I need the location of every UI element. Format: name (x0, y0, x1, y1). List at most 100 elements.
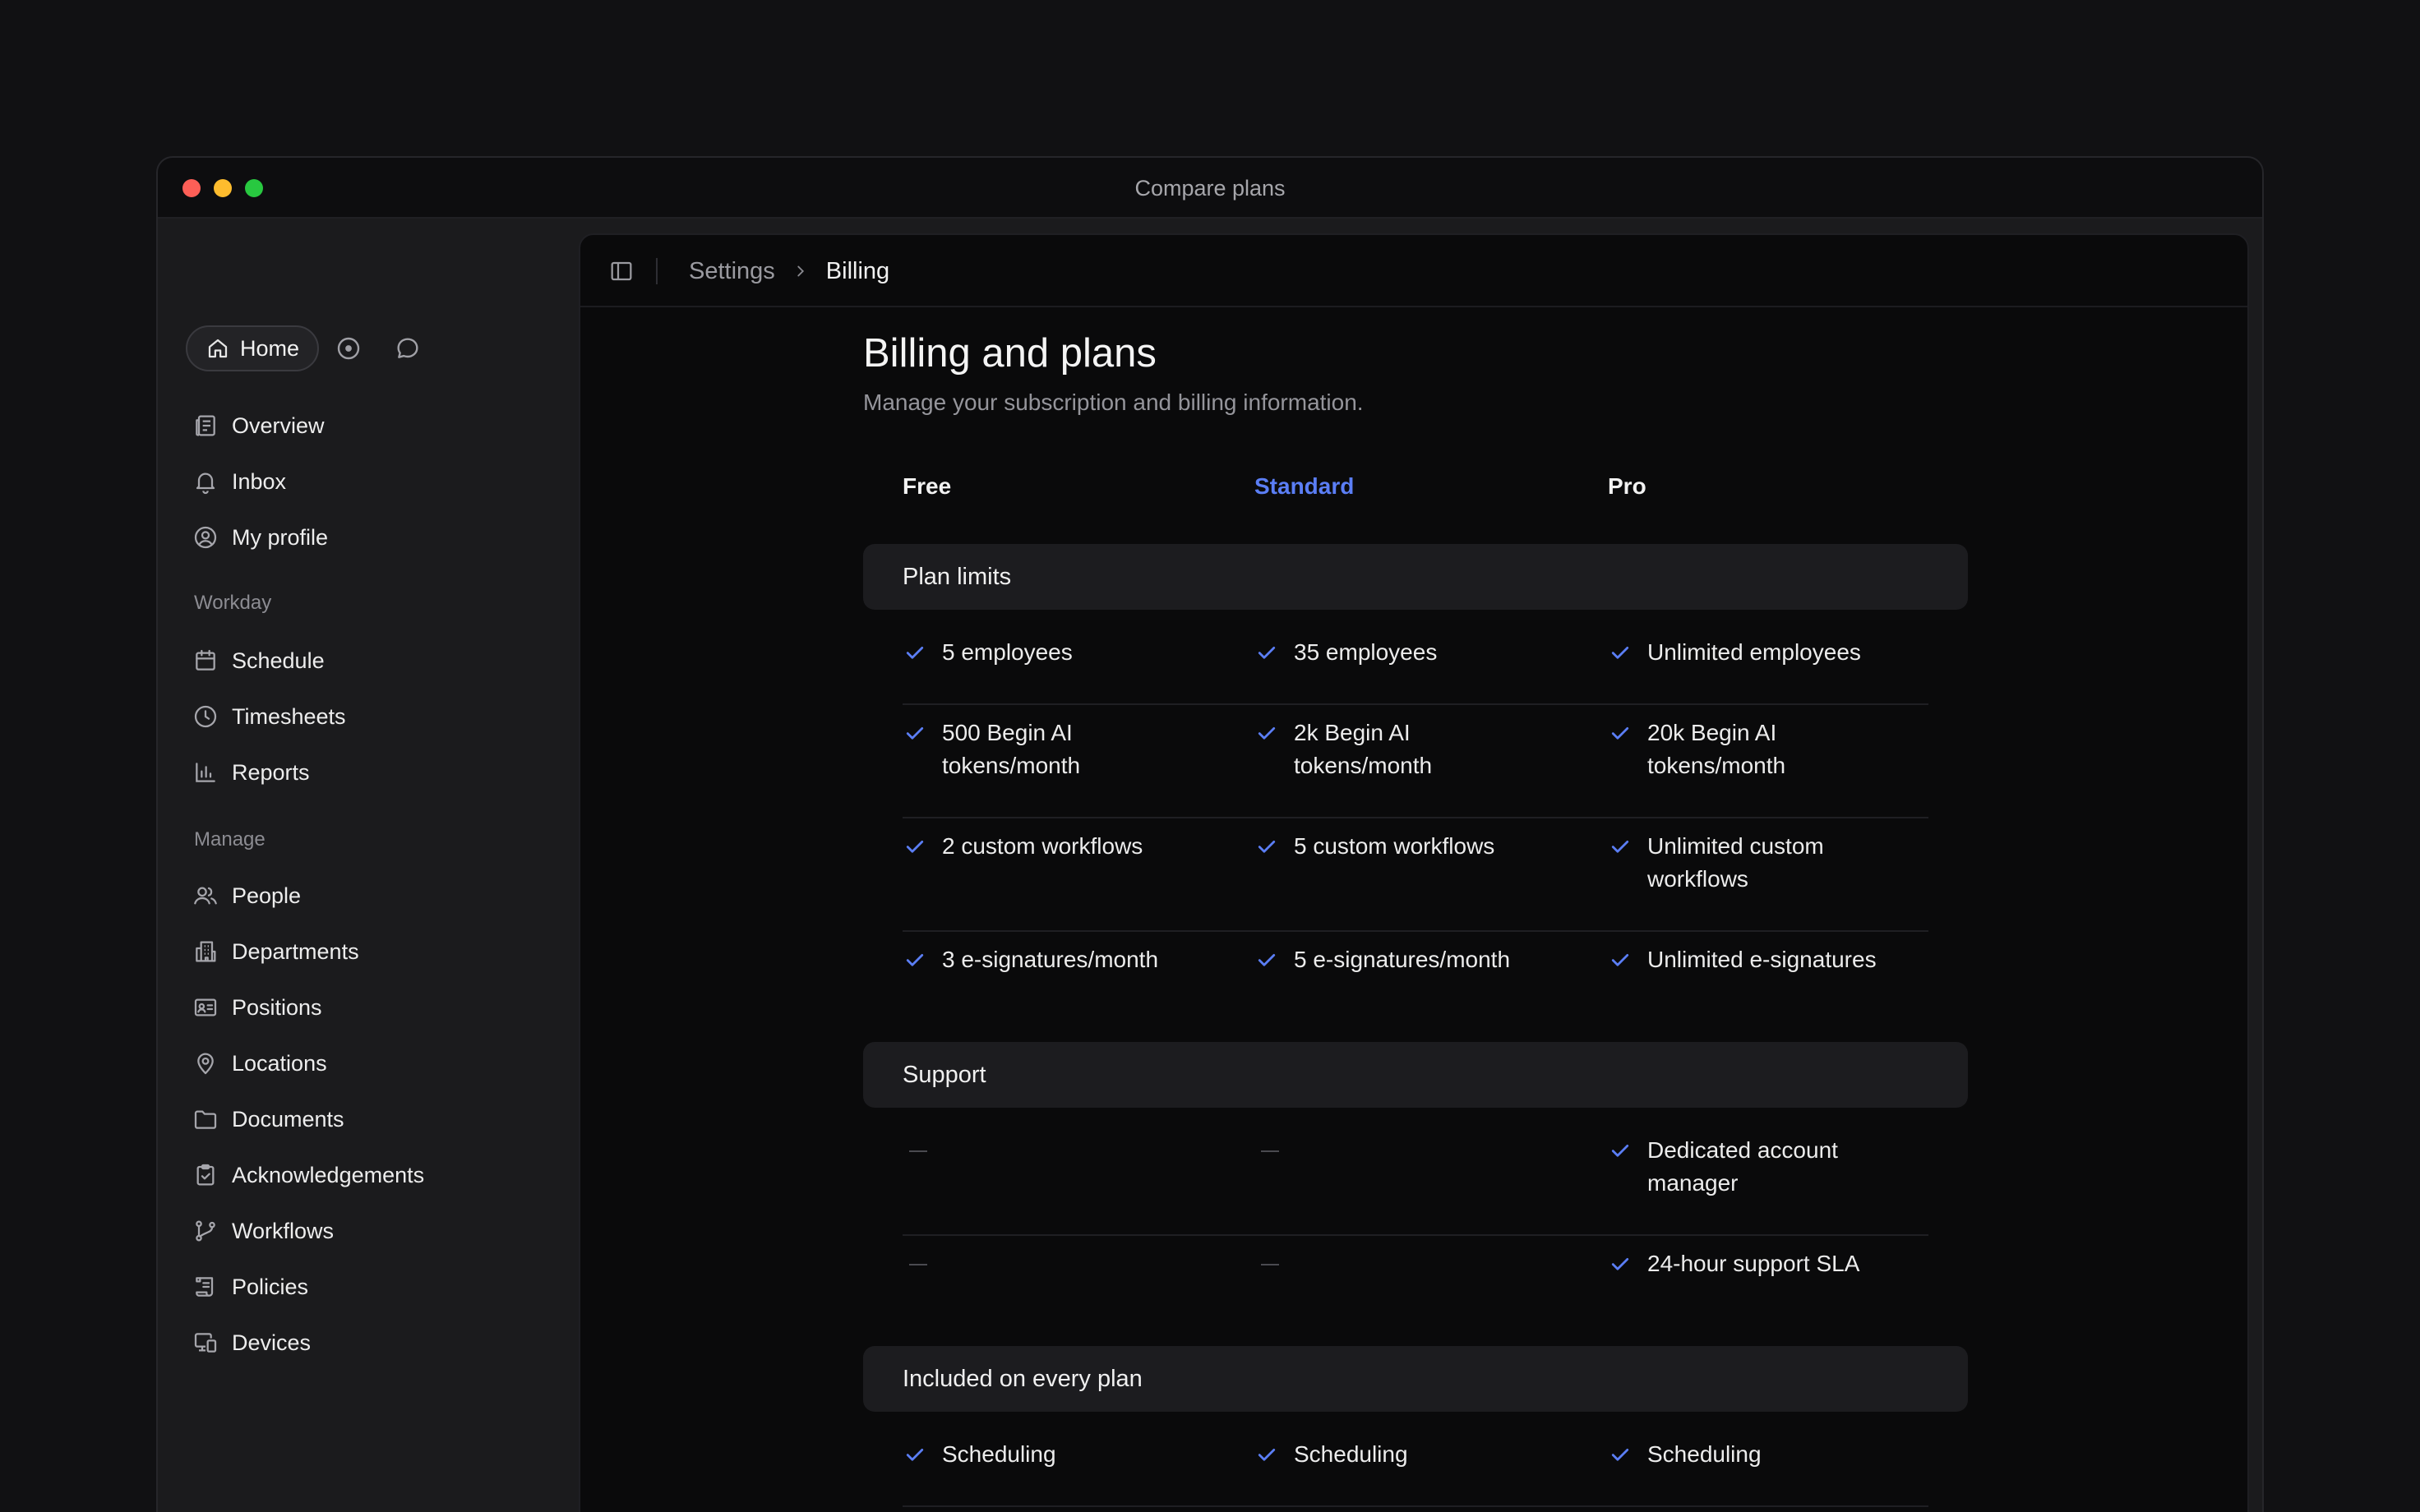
row-divider (903, 1505, 1928, 1507)
target-icon (337, 337, 360, 360)
section-support: Support (863, 1042, 1968, 1108)
check-icon (906, 954, 924, 966)
bell-icon (196, 472, 215, 495)
check-icon (1258, 841, 1276, 853)
row-divider (903, 930, 1928, 932)
app-window: Compare plans Home Overview Inbox My pro… (156, 156, 2264, 1512)
sidebar-item-label: Policies (232, 1274, 309, 1299)
feature-cell: Unlimited custom workflows (1608, 830, 1937, 896)
sidebar-item-label: Departments (232, 938, 359, 964)
calendar-icon (196, 649, 215, 671)
check-icon (1611, 1449, 1629, 1461)
check-icon (1258, 727, 1276, 740)
feature-cell: 2k Begin AI tokens/month (1254, 717, 1583, 782)
check-icon (1611, 727, 1629, 740)
home-label: Home (240, 335, 300, 361)
check-icon (1611, 1258, 1629, 1270)
check-icon (906, 727, 924, 740)
sidebar-item-label: Devices (232, 1330, 312, 1355)
sidebar-item-locations[interactable]: Locations (186, 1040, 327, 1086)
plan-header-free: Free (903, 473, 952, 499)
plan-header-pro: Pro (1608, 473, 1646, 499)
users-icon (194, 887, 217, 905)
feature-cell: Scheduling (1254, 1438, 1583, 1471)
feature-cell: Unlimited e-signatures (1608, 943, 1937, 976)
sidebar-top-row: Home (186, 325, 690, 371)
sidebar-item-label: Overview (232, 413, 325, 438)
feature-cell: 5 employees (903, 636, 1231, 669)
title-bar: Compare plans (158, 158, 2262, 219)
sidebar-item-label: Positions (232, 994, 322, 1020)
feature-cell: 20k Begin AI tokens/month (1608, 717, 1937, 782)
clipboard-check-icon (196, 1164, 215, 1186)
check-icon (1611, 841, 1629, 853)
section-plan-limits: Plan limits (863, 544, 1968, 610)
map-pin-icon (197, 1053, 214, 1075)
overview-icon (196, 415, 215, 436)
scroll-icon (196, 1277, 214, 1297)
sidebar-item-label: Workflows (232, 1218, 335, 1243)
sidebar-item-positions[interactable]: Positions (186, 984, 322, 1030)
check-icon (1611, 954, 1629, 966)
section-heading-workday: Workday (194, 592, 272, 614)
sidebar-item-policies[interactable]: Policies (186, 1264, 308, 1310)
sidebar-item-label: People (232, 883, 302, 908)
check-icon (906, 647, 924, 659)
check-icon (1258, 954, 1276, 966)
sidebar-item-people[interactable]: People (186, 873, 301, 919)
sidebar-item-my-profile[interactable]: My profile (186, 514, 328, 560)
sidebar-item-label: Inbox (232, 468, 287, 494)
feature-cell: Scheduling (1608, 1438, 1937, 1471)
sidebar-item-label: Acknowledgements (232, 1162, 425, 1187)
check-icon (1611, 647, 1629, 659)
section-heading-manage: Manage (194, 828, 266, 850)
sidebar-item-label: Reports (232, 759, 310, 785)
not-included-dash (1261, 1150, 1279, 1152)
sidebar-item-timesheets[interactable]: Timesheets (186, 694, 346, 740)
not-included-dash (909, 1264, 927, 1265)
home-icon (208, 339, 228, 358)
home-button[interactable]: Home (186, 325, 319, 371)
feature-cell: 3 e-signatures/month (903, 943, 1231, 976)
page-subtitle: Manage your subscription and billing inf… (863, 390, 1364, 415)
feature-cell: 35 employees (1254, 636, 1583, 669)
sidebar-item-documents[interactable]: Documents (186, 1096, 344, 1142)
building-icon (196, 941, 216, 962)
id-card-icon (194, 998, 217, 1016)
tasks-button[interactable] (335, 335, 362, 362)
main-panel: Settings Billing Billing and plans Manag… (579, 233, 2249, 1512)
sidebar-item-acknowledgements[interactable]: Acknowledgements (186, 1152, 424, 1198)
sidebar-item-label: Timesheets (232, 703, 346, 729)
git-branch-icon (196, 1220, 215, 1242)
sidebar-item-departments[interactable]: Departments (186, 929, 359, 975)
sidebar-item-schedule[interactable]: Schedule (186, 638, 325, 684)
sidebar-item-overview[interactable]: Overview (186, 403, 325, 449)
feature-cell: Unlimited employees (1608, 636, 1937, 669)
plan-header-standard: Standard (1254, 473, 1355, 499)
feature-cell: 2 custom workflows (903, 830, 1231, 863)
section-included-on-every-plan: Included on every plan (863, 1346, 1968, 1412)
clock-icon (194, 705, 217, 728)
devices-icon (194, 1333, 217, 1353)
check-icon (906, 841, 924, 853)
sidebar-item-devices[interactable]: Devices (186, 1320, 311, 1366)
check-icon (1258, 647, 1276, 659)
sidebar-item-reports[interactable]: Reports (186, 749, 310, 795)
folder-icon (194, 1110, 217, 1129)
messages-button[interactable] (395, 335, 421, 362)
feature-cell: Dedicated account manager (1608, 1134, 1937, 1200)
feature-cell: 500 Begin AI tokens/month (903, 717, 1231, 782)
sidebar-item-inbox[interactable]: Inbox (186, 459, 286, 505)
sidebar-item-label: Documents (232, 1106, 344, 1132)
not-included-dash (1261, 1264, 1279, 1265)
window-title: Compare plans (1134, 176, 1286, 201)
check-icon (906, 1449, 924, 1461)
feature-cell: 5 custom workflows (1254, 830, 1583, 863)
not-included-dash (909, 1150, 927, 1152)
sidebar-item-label: My profile (232, 524, 329, 550)
sidebar-item-workflows[interactable]: Workflows (186, 1208, 334, 1254)
row-divider (903, 1234, 1928, 1236)
user-circle-icon (194, 526, 217, 549)
bar-chart-icon (196, 763, 215, 782)
sidebar-item-label: Locations (232, 1050, 327, 1076)
